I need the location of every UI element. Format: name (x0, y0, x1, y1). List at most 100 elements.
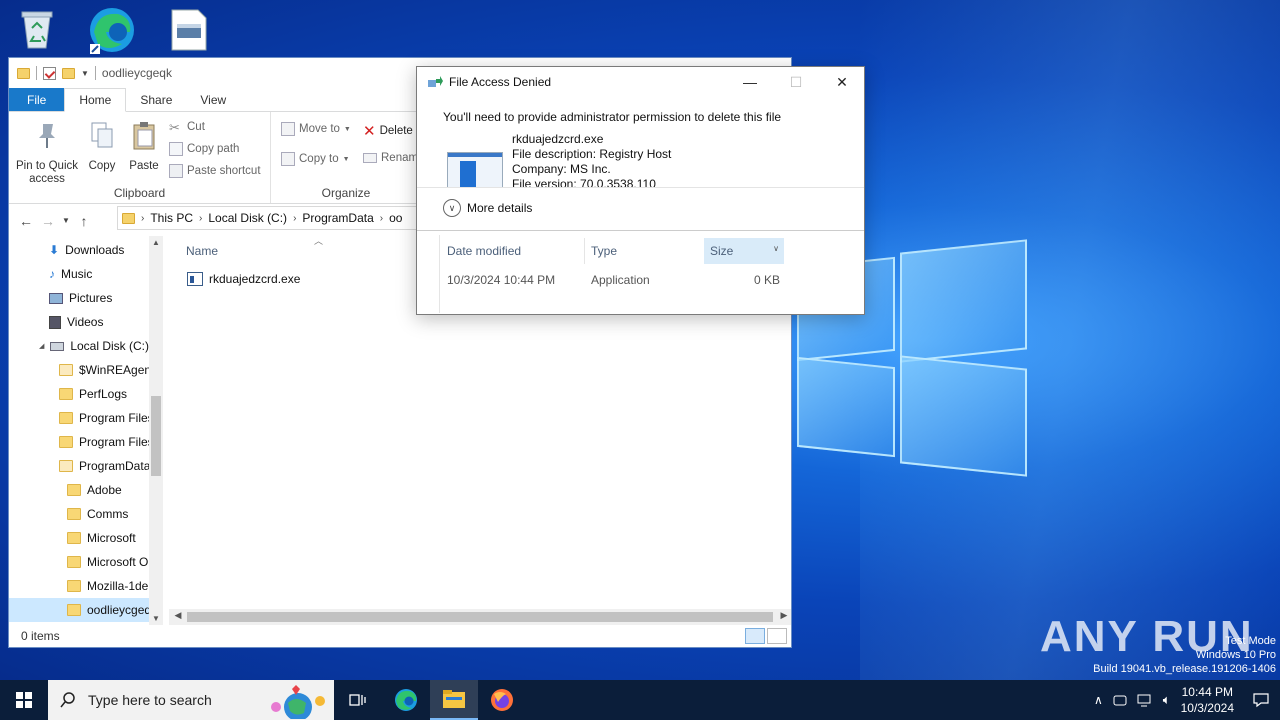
windows-start-icon (16, 692, 32, 708)
column-header-date-modified[interactable]: Date modified (447, 244, 521, 258)
taskbar-firefox[interactable] (478, 680, 526, 720)
tab-share[interactable]: Share (126, 88, 186, 111)
large-icons-view-icon[interactable] (767, 628, 787, 644)
notifications-icon[interactable] (1252, 692, 1270, 708)
column-header-type[interactable]: Type (591, 244, 617, 258)
sidebar-item-folder[interactable]: Microsoft (9, 526, 149, 550)
taskbar-edge[interactable] (382, 680, 430, 720)
folder-icon (67, 508, 81, 520)
scrollbar-thumb[interactable] (187, 612, 773, 622)
sidebar-item-folder[interactable]: Comms (9, 502, 149, 526)
task-view-button[interactable] (334, 680, 382, 720)
recycle-bin-icon[interactable] (14, 6, 60, 52)
new-folder-icon[interactable] (62, 67, 75, 79)
delete-icon: ✕ (363, 123, 376, 140)
tab-home[interactable]: Home (64, 88, 127, 112)
folder-icon (59, 388, 73, 400)
file-row[interactable]: rkduajedzcrd.exe (187, 272, 300, 286)
paste-button[interactable]: Paste (127, 120, 161, 173)
sidebar-item-videos[interactable]: Videos (9, 310, 149, 334)
tab-file[interactable]: File (9, 88, 65, 111)
separator (94, 66, 96, 80)
organize-group-label: Organize (321, 186, 371, 200)
breadcrumb-item[interactable]: This PC (150, 211, 193, 225)
chevron-up-icon[interactable]: ∧ (1094, 693, 1103, 707)
chevron-down-icon[interactable]: ▼ (81, 69, 89, 78)
properties-icon[interactable] (43, 66, 56, 80)
application-icon (447, 152, 503, 188)
file-company: Company: MS Inc. (512, 162, 611, 176)
chevron-down-icon: ∨ (443, 199, 461, 217)
address-bar[interactable]: › This PC › Local Disk (C:) › ProgramDat… (117, 206, 427, 230)
sidebar-item-folder[interactable]: PerfLogs (9, 382, 149, 406)
meet-now-icon[interactable] (1113, 693, 1127, 707)
scroll-down-icon[interactable]: ▼ (149, 614, 163, 623)
clipboard-group-label: Clipboard (113, 186, 166, 200)
file-icon[interactable] (166, 6, 212, 52)
column-header-name[interactable]: Name (186, 244, 218, 258)
minimize-icon[interactable]: — (727, 67, 773, 97)
up-arrow-icon[interactable]: ↑ (73, 213, 95, 229)
scrollbar-thumb[interactable] (151, 396, 161, 476)
tab-view[interactable]: View (186, 88, 240, 111)
edge-icon[interactable] (88, 6, 134, 54)
cell-type: Application (591, 273, 650, 287)
breadcrumb-item[interactable]: ProgramData (302, 211, 373, 225)
folder-icon (67, 532, 81, 544)
sidebar-item-local-disk[interactable]: ◢ Local Disk (C:) (9, 334, 149, 358)
delete-button[interactable]: ✕ Delete (363, 122, 413, 140)
sidebar-item-folder[interactable]: Program Files (9, 406, 149, 430)
sidebar-item-folder[interactable]: Mozilla-1de (9, 574, 149, 598)
copy-path-button[interactable]: Copy path (169, 142, 239, 156)
taskbar-file-explorer[interactable] (430, 680, 478, 720)
pin-to-quick-access-button[interactable]: Pin to Quick access (15, 120, 79, 186)
windows-logo-pane-br (900, 355, 1027, 477)
scroll-up-icon[interactable]: ▲ (149, 238, 163, 247)
copy-button[interactable]: Copy (85, 120, 119, 173)
sidebar-item-pictures[interactable]: Pictures (9, 286, 149, 310)
horizontal-scrollbar[interactable]: ◀ ▶ (169, 609, 791, 625)
recent-locations-chevron-icon[interactable]: ▼ (59, 216, 73, 225)
chevron-right-icon: › (379, 212, 384, 224)
taskbar-search-box[interactable]: Type here to search (48, 680, 334, 720)
file-info-text: rkduajedzcrd.exe File description: Regis… (512, 132, 671, 188)
scroll-right-icon[interactable]: ▶ (777, 610, 791, 621)
edge-icon (395, 689, 417, 711)
watermark-line: Build 19041.vb_release.191206-1406 (1093, 663, 1276, 675)
sidebar-item-folder[interactable]: Adobe (9, 478, 149, 502)
test-mode-watermark: Test Mode Windows 10 Pro Build 19041.vb_… (1093, 634, 1276, 676)
details-view-icon[interactable] (745, 628, 765, 644)
start-button[interactable] (0, 680, 48, 720)
column-header-size[interactable]: Size ∨ (704, 238, 784, 264)
navigation-pane-scrollbar[interactable]: ▲ ▼ (149, 236, 163, 625)
pictures-icon (49, 292, 63, 304)
sidebar-item-folder[interactable]: Program Files (9, 430, 149, 454)
scroll-left-icon[interactable]: ◀ (171, 610, 185, 621)
clock[interactable]: 10:44 PM 10/3/2024 (1181, 684, 1234, 716)
folder-icon (67, 484, 81, 496)
sidebar-item-folder[interactable]: ProgramData (9, 454, 149, 478)
cut-button[interactable]: ✂ Cut (169, 120, 205, 135)
rename-icon (363, 153, 377, 163)
move-to-button[interactable]: Move to ▼ (281, 122, 351, 136)
sidebar-item-current-folder[interactable]: oodlieycgeq (9, 598, 149, 622)
downloads-icon: ⬇ (49, 243, 60, 257)
sidebar-item-folder[interactable]: Microsoft O (9, 550, 149, 574)
network-icon[interactable] (1137, 693, 1153, 707)
paste-shortcut-button[interactable]: Paste shortcut (169, 164, 261, 178)
sidebar-item-downloads[interactable]: ⬇ Downloads (9, 238, 149, 262)
forward-arrow-icon[interactable]: → (37, 213, 59, 229)
rename-button[interactable]: Renam (363, 152, 418, 164)
breadcrumb-item[interactable]: oo (389, 211, 402, 225)
taskbar: Type here to search ∧ 🔈︎ 10:44 PM 10/3/2… (0, 680, 1280, 720)
column-separator (584, 238, 585, 264)
more-details-button[interactable]: ∨ More details (443, 199, 532, 217)
copy-to-button[interactable]: Copy to ▼ (281, 152, 350, 166)
breadcrumb-item[interactable]: Local Disk (C:) (208, 211, 287, 225)
volume-icon[interactable]: 🔈︎ (1163, 692, 1171, 708)
sidebar-item-music[interactable]: ♪ Music (9, 262, 149, 286)
back-arrow-icon[interactable]: ← (15, 213, 37, 229)
close-icon[interactable]: ✕ (819, 67, 865, 97)
status-bar: 0 items (9, 625, 791, 647)
sidebar-item-folder[interactable]: $WinREAgent (9, 358, 149, 382)
